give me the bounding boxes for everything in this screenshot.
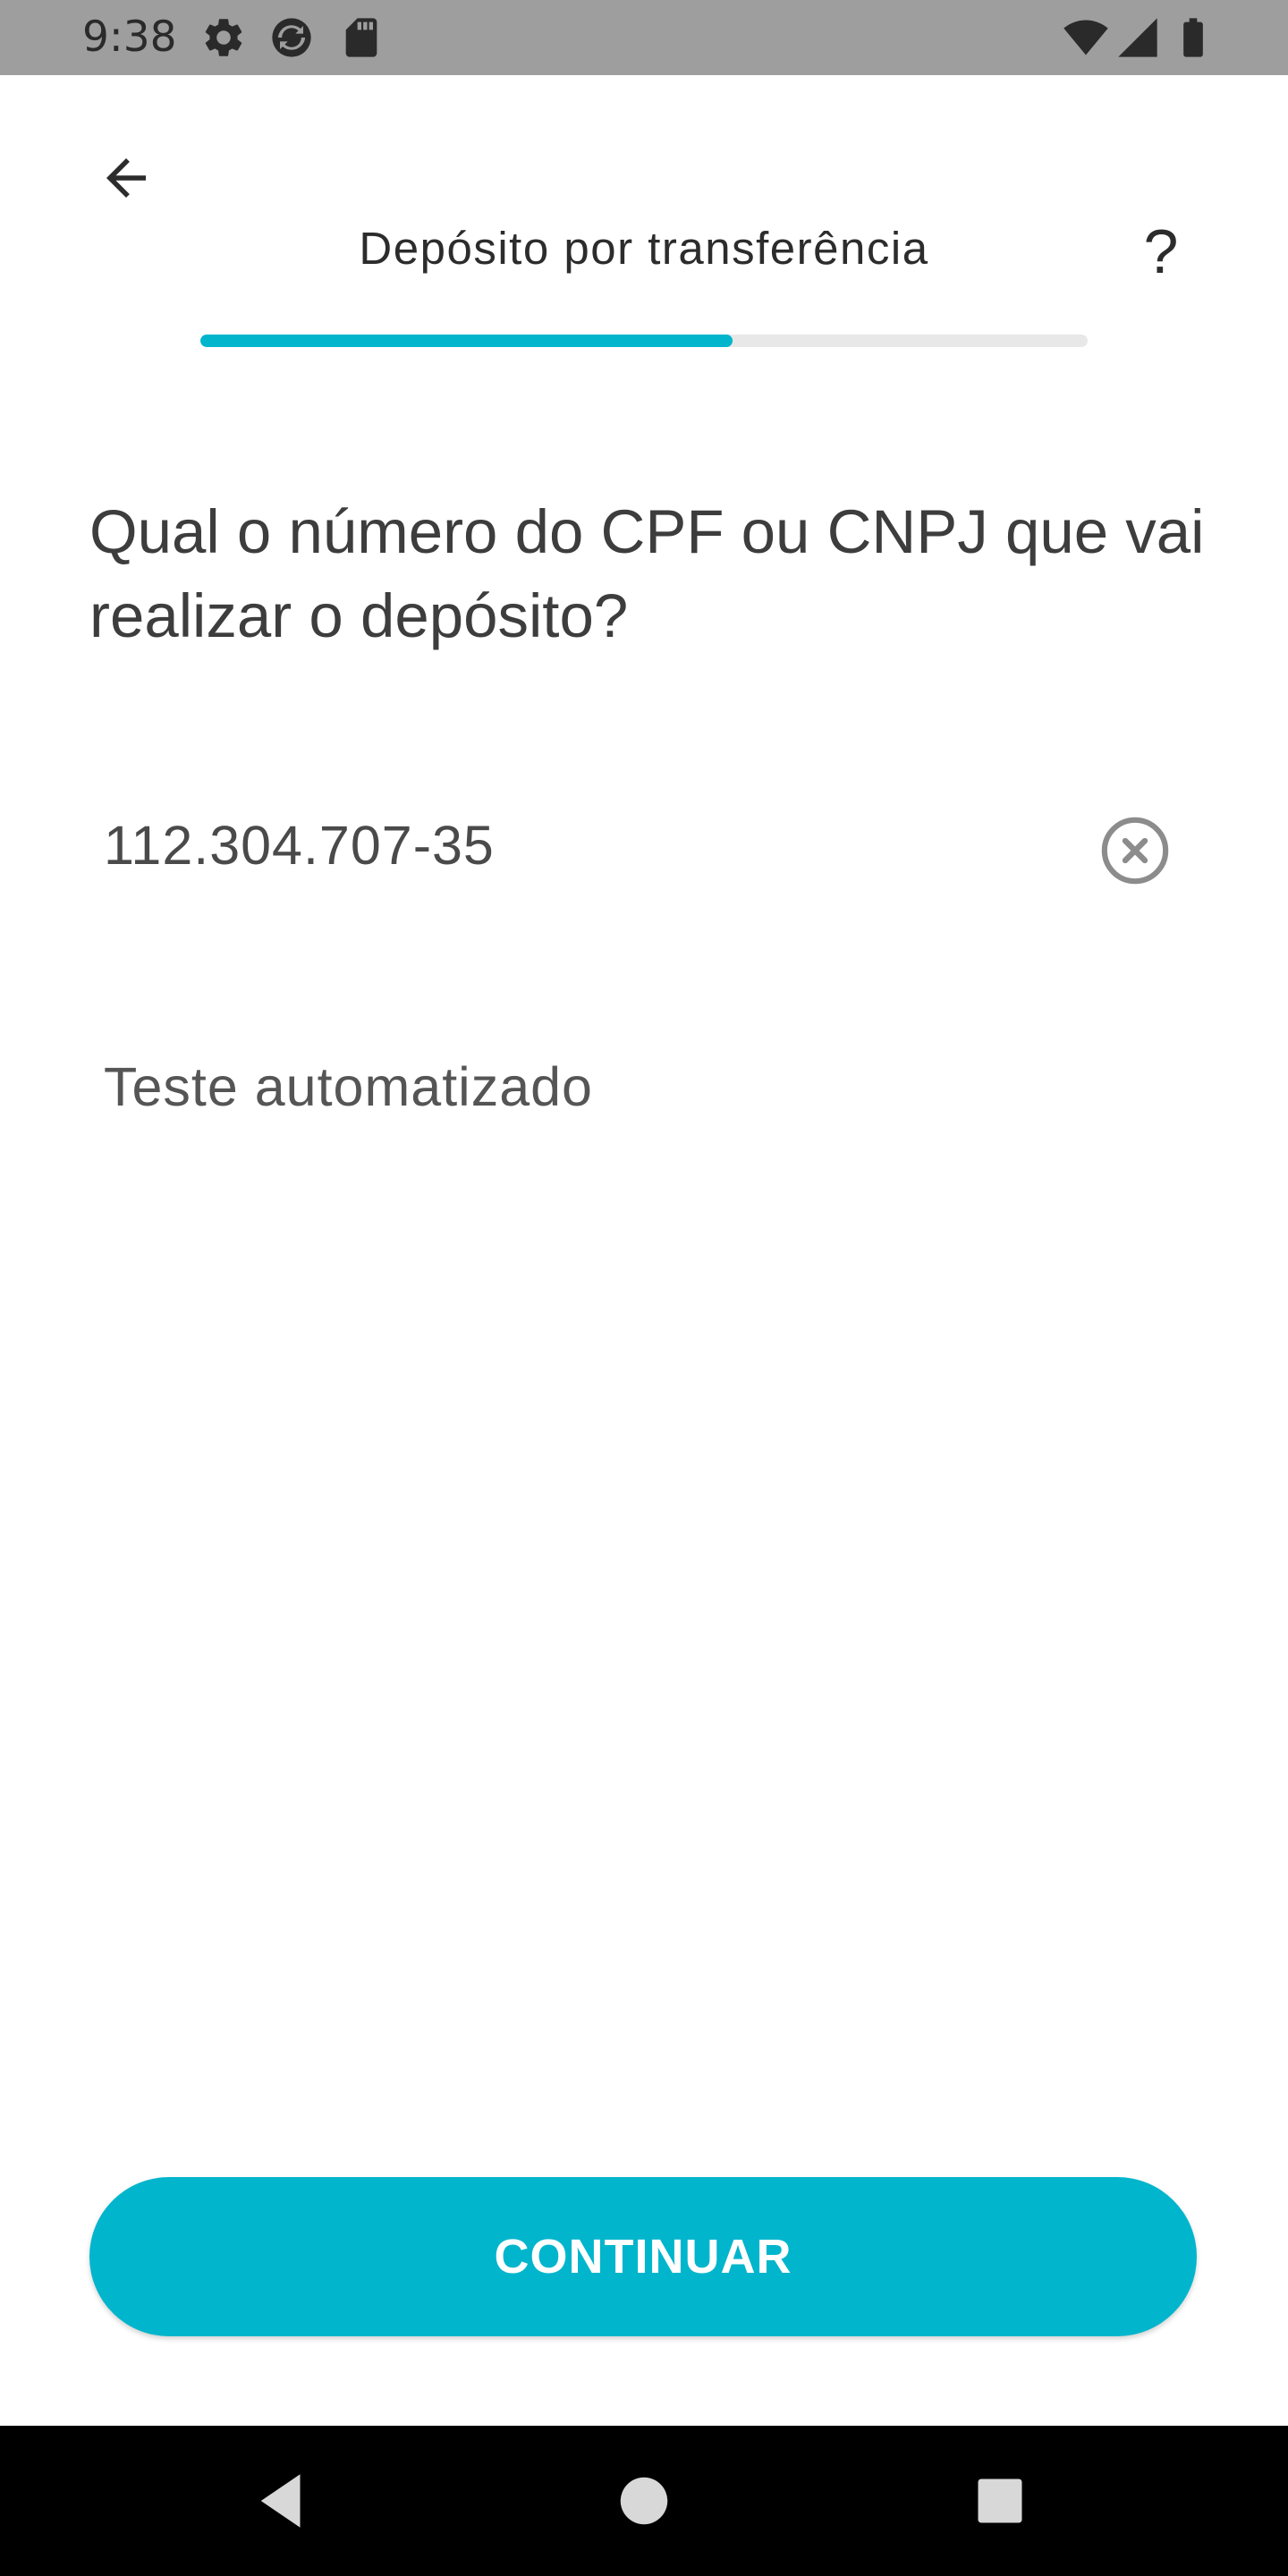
page-title: Depósito por transferência — [359, 223, 929, 274]
name-input-value: Teste automatizado — [104, 1056, 593, 1117]
clear-button[interactable] — [1098, 814, 1172, 887]
signal-icon — [1114, 14, 1161, 61]
nav-back-icon — [260, 2474, 301, 2528]
sd-card-icon — [338, 14, 385, 61]
cpf-input[interactable]: 112.304.707-35 — [89, 787, 1199, 912]
nav-home-button[interactable] — [606, 2463, 682, 2538]
progress-fill — [200, 335, 733, 347]
nav-recents-icon — [978, 2479, 1022, 2523]
gear-icon — [200, 14, 247, 61]
continue-button[interactable]: CONTINUAR — [89, 2177, 1197, 2336]
question-text: Qual o número do CPF ou CNPJ que vai rea… — [89, 497, 1205, 650]
status-bar: 9:38 — [0, 0, 1288, 75]
arrow-left-icon — [106, 158, 146, 198]
continue-button-label: CONTINUAR — [494, 2230, 792, 2284]
help-button[interactable]: ? — [1118, 211, 1204, 292]
clear-circle-icon — [1101, 817, 1169, 885]
battery-icon — [1170, 14, 1216, 61]
name-input[interactable]: Teste automatizado — [89, 1029, 1199, 1154]
screen: 9:38 Depósito por transferência ? Qual o… — [0, 0, 1288, 2576]
sync-icon — [268, 14, 315, 61]
wifi-icon — [1063, 14, 1109, 61]
progress-bar — [200, 335, 1088, 347]
cpf-input-value: 112.304.707-35 — [104, 815, 495, 876]
nav-back-button[interactable] — [247, 2463, 322, 2538]
nav-home-icon — [620, 2477, 668, 2525]
navigation-bar — [0, 2426, 1288, 2576]
nav-recents-button[interactable] — [962, 2463, 1038, 2538]
back-button[interactable] — [86, 138, 166, 218]
status-time: 9:38 — [82, 13, 177, 62]
